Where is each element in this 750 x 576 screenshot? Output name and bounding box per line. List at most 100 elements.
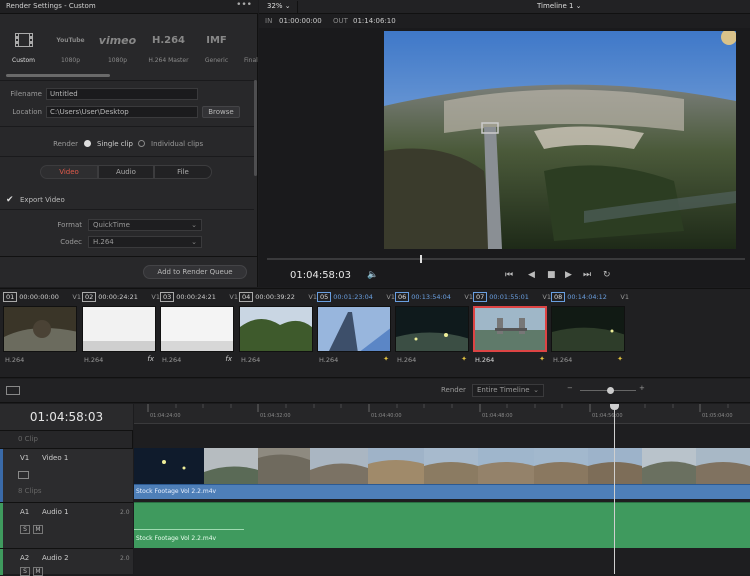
- timeline-ruler[interactable]: 01:04:24:00 01:04:32:00 01:04:40:00 01:0…: [134, 404, 750, 424]
- timeline-view-options-icon[interactable]: [6, 386, 20, 395]
- render-range-value: Entire Timeline: [477, 386, 530, 394]
- mute-button[interactable]: M: [33, 567, 43, 576]
- preset-label: H.264 Master: [148, 57, 189, 64]
- stop-icon[interactable]: ■: [547, 270, 556, 280]
- play-icon[interactable]: ▶: [565, 270, 572, 280]
- timeline-clips-strip: 01 00:00:00:00 V1 H.264 02 00:00:24:21 V1 H.…: [0, 288, 750, 378]
- out-timecode[interactable]: 01:14:06:10: [353, 17, 396, 25]
- clip-image: [317, 306, 391, 352]
- render-range-label: Render: [441, 386, 466, 394]
- zoom-dropdown[interactable]: 32% ⌄: [267, 2, 291, 10]
- clip-timecode: 00:14:04:12: [567, 293, 607, 301]
- clip-image: [239, 306, 313, 352]
- export-video-checkbox[interactable]: ✔: [6, 195, 14, 205]
- volume-icon[interactable]: 🔈: [367, 270, 378, 280]
- track-a1-header[interactable]: A1 Audio 1 2.0 SM: [0, 502, 133, 549]
- video-clip-bar[interactable]: Stock Footage Vol 2.2.m4v: [134, 484, 750, 499]
- browse-button[interactable]: Browse: [202, 106, 240, 118]
- codec-dropdown[interactable]: H.264 ⌄: [88, 236, 202, 248]
- codec-label: Codec: [60, 238, 82, 246]
- clip-thumbnail[interactable]: 06 00:13:54:04 V1 H.264 ✦: [395, 292, 473, 370]
- add-to-render-queue-button[interactable]: Add to Render Queue: [143, 265, 247, 279]
- audio-clip[interactable]: Stock Footage Vol 2.2.m4v: [134, 502, 750, 548]
- format-value: QuickTime: [93, 221, 130, 229]
- tab-file[interactable]: File: [154, 165, 212, 179]
- format-dropdown[interactable]: QuickTime ⌄: [88, 219, 202, 231]
- zoom-in-icon[interactable]: +: [639, 384, 645, 392]
- in-out-bar: IN 01:00:00:00 OUT 01:14:06:10: [259, 14, 750, 28]
- skip-start-icon[interactable]: ⏮: [505, 270, 513, 280]
- preset-youtube[interactable]: YouTube 1080p: [47, 14, 94, 72]
- in-timecode[interactable]: 01:00:00:00: [279, 17, 322, 25]
- zoom-slider-handle[interactable]: [607, 387, 614, 394]
- settings-scrollbar[interactable]: [254, 80, 257, 176]
- track-v1-header[interactable]: V1 Video 1 8 Clips: [0, 448, 133, 503]
- monitor-icon[interactable]: [18, 471, 29, 479]
- track-a2-header[interactable]: A2 Audio 2 2.0 SM: [0, 548, 133, 576]
- loop-icon[interactable]: ↻: [603, 270, 611, 280]
- tab-audio[interactable]: Audio: [98, 165, 154, 179]
- preset-imf[interactable]: IMF Generic: [193, 14, 240, 72]
- preset-final[interactable]: Final: [238, 14, 258, 72]
- track-id: V1: [20, 454, 30, 462]
- codec-value: H.264: [93, 238, 114, 246]
- clip-thumbnail[interactable]: 05 00:01:23:04 V1 H.264 ✦: [317, 292, 395, 370]
- panel-options-menu[interactable]: •••: [236, 0, 252, 10]
- zoom-out-icon[interactable]: −: [567, 384, 573, 392]
- track-id: A2: [20, 554, 30, 562]
- preset-label: Custom: [12, 57, 35, 64]
- preset-scrollbar[interactable]: [6, 74, 110, 77]
- clip-image: [395, 306, 469, 352]
- skip-end-icon[interactable]: ⏭: [583, 270, 591, 280]
- preset-label: Final: [244, 57, 258, 64]
- clip-codec: H.264: [397, 356, 417, 364]
- clip-timecode: 00:00:24:21: [98, 293, 138, 301]
- single-clip-radio[interactable]: [84, 140, 91, 147]
- chevron-down-icon: ⌄: [191, 221, 197, 229]
- clip-codec: H.264: [319, 356, 339, 364]
- clip-thumbnail[interactable]: 03 00:00:24:21 V1 H.264 fx: [160, 292, 238, 370]
- clip-number: 08: [551, 292, 566, 302]
- tab-video[interactable]: Video: [40, 165, 98, 179]
- divider: [0, 256, 258, 257]
- solo-button[interactable]: S: [20, 525, 30, 534]
- clip-image: [551, 306, 625, 352]
- preset-custom[interactable]: Custom: [0, 14, 47, 72]
- track-name: Video 1: [42, 454, 69, 462]
- preset-h264[interactable]: H.264 H.264 Master: [145, 14, 192, 72]
- solo-button[interactable]: S: [20, 567, 30, 576]
- individual-clips-radio[interactable]: [138, 140, 145, 147]
- clip-header: 07 00:01:55:01 V1: [473, 292, 551, 303]
- render-label: Render: [53, 140, 78, 148]
- track-channels: 2.0: [120, 555, 130, 562]
- preset-vimeo[interactable]: vimeo 1080p: [94, 14, 141, 72]
- render-settings-panel: Render Settings - Custom ••• Custom YouT…: [0, 0, 258, 287]
- location-label: Location: [12, 108, 42, 116]
- fx-badge: fx: [225, 355, 232, 363]
- track-color-bar: [0, 503, 3, 549]
- clip-number: 01: [3, 292, 18, 302]
- clip-codec: H.264: [162, 356, 182, 364]
- viewer-scrubber[interactable]: [267, 258, 745, 260]
- clip-thumbnail[interactable]: 02 00:00:24:21 V1 H.264 fx: [82, 292, 160, 370]
- render-range-dropdown[interactable]: Entire Timeline ⌄: [472, 384, 544, 397]
- filename-field[interactable]: Untitled: [46, 88, 198, 100]
- clip-thumbnail[interactable]: 04 00:00:39:22 V1 H.264: [239, 292, 317, 370]
- track-controls: SM: [20, 567, 46, 576]
- play-reverse-icon[interactable]: ◀: [528, 270, 535, 280]
- divider: [0, 126, 254, 127]
- video-clip-filmstrip[interactable]: [134, 448, 750, 484]
- location-field[interactable]: C:\Users\User\Desktop: [46, 106, 198, 118]
- clip-thumbnail-selected[interactable]: 07 00:01:55:01 V1 H.264 ✦: [473, 292, 551, 370]
- mute-button[interactable]: M: [33, 525, 43, 534]
- timeline-area[interactable]: 01:04:24:00 01:04:32:00 01:04:40:00 01:0…: [134, 404, 750, 574]
- clip-thumbnail[interactable]: 01 00:00:00:00 V1 H.264: [3, 292, 81, 370]
- current-timecode: 01:04:58:03: [290, 270, 352, 281]
- in-label: IN: [265, 17, 273, 25]
- clip-thumbnail[interactable]: 08 00:14:04:12 V1 H.264 ✦: [551, 292, 629, 370]
- clip-number: 06: [395, 292, 410, 302]
- timeline-name-dropdown[interactable]: Timeline 1 ⌄: [537, 2, 582, 10]
- playhead[interactable]: [614, 404, 615, 574]
- video-frame[interactable]: [384, 31, 736, 249]
- individual-clips-label: Individual clips: [151, 140, 204, 148]
